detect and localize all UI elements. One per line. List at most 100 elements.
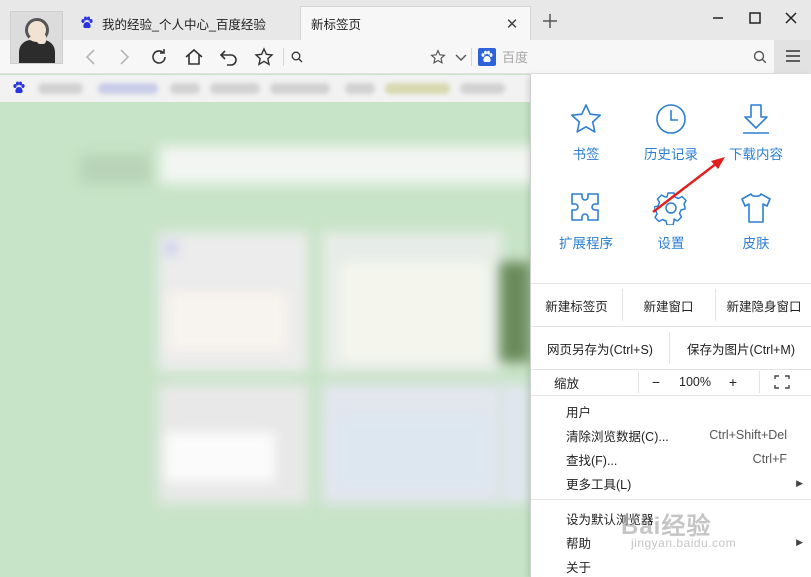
close-tab-icon[interactable]: ✕ — [504, 16, 520, 33]
address-input[interactable] — [301, 47, 431, 67]
menu-downloads[interactable]: 下载内容 — [713, 102, 799, 163]
undo-icon[interactable] — [217, 45, 241, 69]
speed-dial-tile[interactable] — [500, 262, 530, 362]
save-page-button[interactable]: 网页另存为(Ctrl+S) — [531, 330, 669, 366]
new-incognito-window-button[interactable]: 新建隐身窗口 — [716, 287, 811, 323]
menu-settings[interactable]: 设置 — [628, 191, 714, 252]
menu-divider — [531, 499, 811, 500]
tab-title: 我的经验_个人中心_百度经验 — [102, 17, 266, 32]
bookmarks-bar — [0, 75, 530, 102]
menu-item-label: 清除浏览数据(C)... — [566, 429, 669, 444]
minimize-icon[interactable] — [708, 8, 728, 28]
tab-title: 新标签页 — [311, 18, 362, 32]
baidu-search-engine-icon[interactable] — [478, 48, 496, 66]
menu-item-label: 帮助 — [566, 536, 592, 551]
menu-history[interactable]: 历史记录 — [628, 102, 714, 163]
menu-history-label: 历史记录 — [644, 147, 698, 162]
search-icon[interactable] — [753, 50, 767, 64]
speed-dial-thumb — [168, 292, 288, 352]
menu-extensions-label: 扩展程序 — [559, 236, 613, 251]
dropdown-chevron-icon[interactable] — [449, 45, 473, 69]
bookmark-item[interactable] — [38, 83, 83, 94]
gear-icon — [654, 192, 687, 225]
title-bar: 我的经验_个人中心_百度经验 新标签页 ✕ — [0, 0, 811, 40]
search-input[interactable] — [502, 46, 753, 68]
menu-extensions[interactable]: 扩展程序 — [543, 191, 629, 252]
close-window-icon[interactable] — [781, 8, 801, 28]
menu-settings-label: 设置 — [657, 236, 685, 251]
star-icon — [571, 104, 601, 133]
bookmark-item[interactable] — [98, 83, 158, 94]
menu-divider — [531, 283, 811, 284]
fullscreen-icon[interactable] — [769, 371, 795, 393]
menu-divider — [638, 371, 639, 393]
bookmark-item[interactable] — [460, 83, 505, 94]
menu-item-shortcut: Ctrl+Shift+Del — [709, 428, 787, 442]
toolbar-divider — [471, 48, 472, 66]
tab-baidu-jingyan[interactable]: 我的经验_个人中心_百度经验 — [70, 6, 300, 40]
clock-icon — [656, 104, 686, 134]
menu-bookmarks-label: 书签 — [572, 147, 600, 162]
menu-item-find[interactable]: 查找(F)... Ctrl+F — [531, 447, 811, 471]
user-avatar[interactable] — [10, 11, 63, 64]
menu-divider — [531, 395, 811, 396]
logo-placeholder — [80, 154, 150, 184]
baidu-jingyan-watermark: Bai经验 jingyan.baidu.com — [621, 506, 811, 556]
menu-downloads-label: 下载内容 — [729, 147, 783, 162]
main-menu-button[interactable] — [774, 40, 811, 74]
menu-item-label: 关于 — [566, 560, 592, 575]
forward-icon[interactable] — [112, 45, 136, 69]
speed-dial-favicon — [165, 242, 177, 254]
menu-item-shortcut: Ctrl+F — [752, 452, 787, 466]
bookmark-item[interactable] — [210, 83, 260, 94]
main-menu: 书签 历史记录 下载内容 扩展程序 设置 皮肤 新建标签页 新建窗口 新建隐身窗… — [530, 74, 811, 577]
bookmark-item[interactable] — [170, 83, 200, 94]
new-tab-plus-icon[interactable] — [539, 10, 561, 32]
toolbar — [0, 40, 811, 74]
zoom-level: 100% — [679, 375, 711, 389]
speed-dial-thumb — [340, 262, 490, 362]
menu-divider — [531, 369, 811, 370]
submenu-arrow-icon: ▶ — [796, 477, 803, 488]
watermark-url: jingyan.baidu.com — [631, 536, 737, 550]
new-window-button[interactable]: 新建窗口 — [623, 287, 714, 323]
back-icon[interactable] — [79, 45, 103, 69]
zoom-label: 缩放 — [554, 376, 580, 391]
menu-item-label: 查找(F)... — [566, 453, 618, 468]
bookmark-item[interactable] — [270, 83, 330, 94]
menu-item-clear-data[interactable]: 清除浏览数据(C)... Ctrl+Shift+Del — [531, 423, 811, 447]
menu-item-user[interactable]: 用户 — [531, 399, 811, 423]
bookmark-star-icon[interactable] — [252, 45, 276, 69]
download-icon — [743, 104, 769, 134]
new-tab-page — [0, 102, 530, 577]
baidu-paw-icon[interactable] — [12, 81, 26, 98]
speed-dial-thumb — [335, 414, 490, 489]
zoom-in-button[interactable]: + — [722, 371, 744, 393]
new-tab-button[interactable]: 新建标签页 — [531, 287, 622, 323]
puzzle-icon — [571, 193, 599, 221]
bookmark-item[interactable] — [385, 83, 450, 94]
reload-icon[interactable] — [147, 45, 171, 69]
menu-item-more-tools[interactable]: 更多工具(L) ▶ — [531, 471, 811, 495]
maximize-icon[interactable] — [745, 8, 765, 28]
bookmark-item[interactable] — [345, 83, 375, 94]
zoom-out-button[interactable]: − — [645, 371, 667, 393]
menu-divider — [531, 326, 811, 327]
menu-divider — [759, 371, 760, 393]
shirt-icon — [741, 193, 771, 223]
menu-bookmarks[interactable]: 书签 — [543, 102, 629, 163]
tab-new-tab[interactable]: 新标签页 ✕ — [300, 6, 531, 40]
menu-skins-label: 皮肤 — [742, 236, 770, 251]
menu-skins[interactable]: 皮肤 — [713, 191, 799, 252]
menu-item-label: 用户 — [566, 405, 592, 420]
speed-dial-tile[interactable] — [500, 384, 530, 504]
save-as-image-button[interactable]: 保存为图片(Ctrl+M) — [670, 330, 811, 366]
speed-dial-thumb — [165, 432, 275, 482]
menu-item-about[interactable]: 关于 — [531, 554, 811, 577]
home-icon[interactable] — [182, 45, 206, 69]
favorite-star-icon[interactable] — [426, 45, 450, 69]
hamburger-icon — [785, 49, 801, 66]
search-field-blurred[interactable] — [160, 146, 530, 184]
menu-item-label: 更多工具(L) — [566, 477, 632, 492]
search-box[interactable] — [478, 44, 773, 70]
